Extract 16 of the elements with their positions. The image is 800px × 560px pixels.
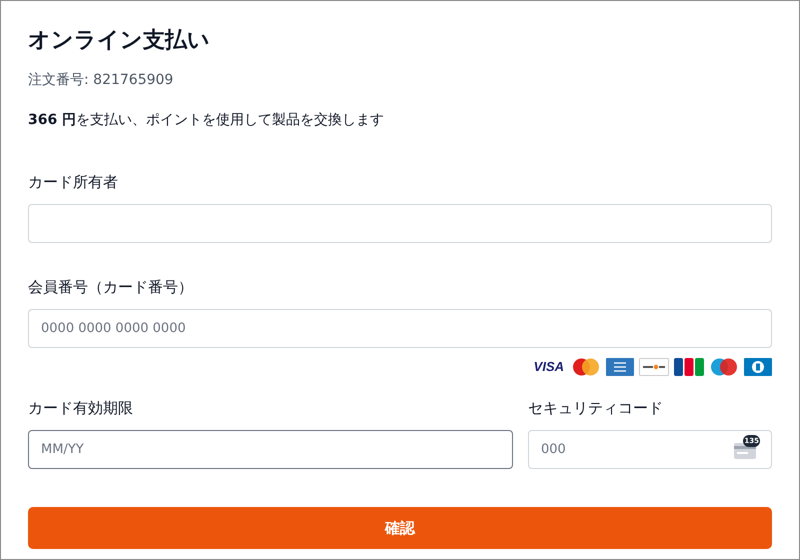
summary-text: 366 円を支払い、ポイントを使用して製品を交換します xyxy=(28,111,386,130)
field-label: カード所有者 xyxy=(28,172,119,192)
overlapping-circles-icon xyxy=(571,358,601,376)
order-number: 注文番号: 821765909 xyxy=(28,71,174,90)
card-brand-icon xyxy=(639,358,669,376)
field-label: カード有効期限 xyxy=(28,398,134,418)
input-field[interactable]: MM/YY xyxy=(28,430,513,469)
card-brand-icon xyxy=(606,358,634,376)
page-title: オンライン支払い xyxy=(28,27,211,55)
card-brand-logo: VISA xyxy=(534,358,565,376)
confirm-button[interactable]: 確認 xyxy=(28,507,772,549)
card-brand-icon xyxy=(674,358,704,376)
overlapping-circles-icon xyxy=(709,358,739,376)
card-brand-icon xyxy=(744,358,772,376)
field-label: セキュリティコード xyxy=(528,398,664,418)
field-label: 会員番号（カード番号） xyxy=(28,277,194,297)
